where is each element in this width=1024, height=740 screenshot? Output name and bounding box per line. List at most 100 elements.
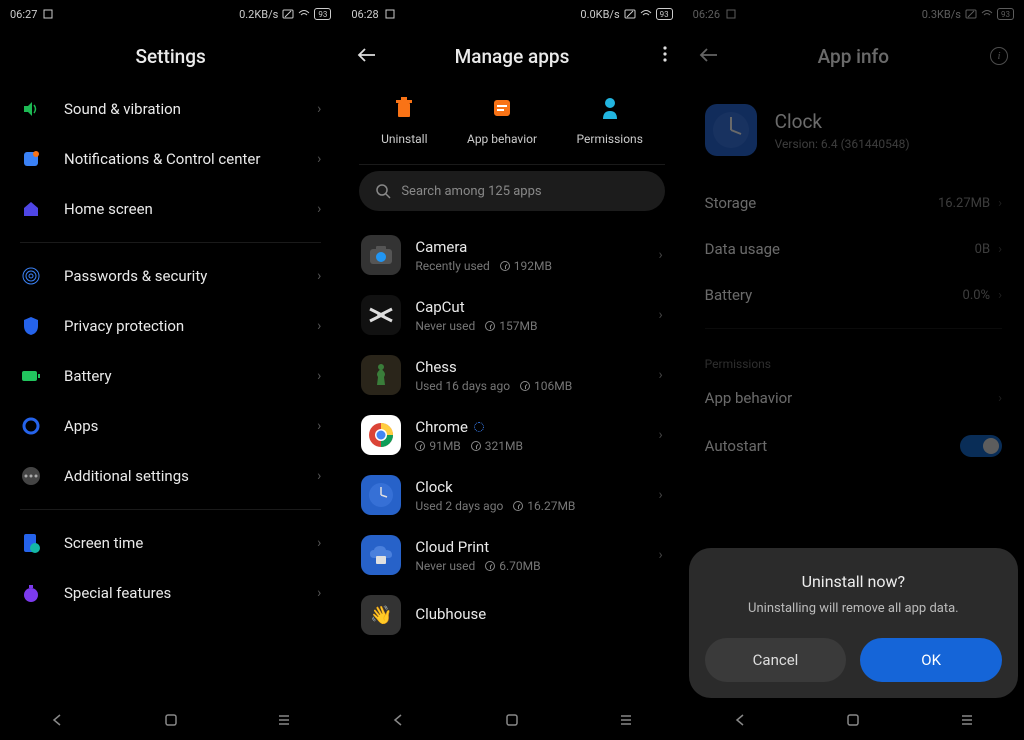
nav-back-icon[interactable] — [391, 712, 405, 731]
settings-item-notifications[interactable]: Notifications & Control center › — [0, 134, 341, 184]
nav-back-icon[interactable] — [733, 712, 747, 731]
home-icon — [20, 198, 42, 220]
header: Manage apps — [341, 28, 682, 84]
app-size: 6.70MB — [499, 559, 540, 573]
app-row-clubhouse[interactable]: 👋 Clubhouse — [341, 585, 682, 645]
action-permissions[interactable]: Permissions — [577, 96, 643, 146]
divider — [359, 164, 664, 165]
action-label: Permissions — [577, 132, 643, 146]
no-sim-icon — [282, 9, 294, 19]
page-title: Settings — [136, 45, 206, 68]
app-icon — [705, 104, 757, 156]
settings-item-apps[interactable]: Apps › — [0, 401, 341, 451]
search-placeholder: Search among 125 apps — [401, 184, 541, 199]
manage-apps-screen: 06:28 0.0KB/s 93 Manage apps Uninstall A… — [341, 0, 682, 740]
action-label: App behavior — [467, 132, 537, 146]
app-info-screen: 06:26 0.3KB/s 93 App info i Clock V — [683, 0, 1024, 740]
settings-item-label: Sound & vibration — [64, 100, 317, 118]
status-speed: 0.2KB/s — [239, 8, 278, 21]
info-label: Battery — [705, 286, 753, 304]
settings-item-homescreen[interactable]: Home screen › — [0, 184, 341, 234]
app-name: Chrome — [415, 418, 468, 436]
app-usage: Recently used — [415, 259, 489, 273]
storage-icon — [485, 561, 495, 571]
app-name: Clubhouse — [415, 605, 662, 623]
app-icon — [361, 535, 401, 575]
chevron-right-icon: › — [998, 288, 1002, 303]
info-row-behavior[interactable]: App behavior › — [683, 375, 1024, 421]
nav-recents-icon[interactable] — [619, 712, 633, 731]
app-icon — [361, 475, 401, 515]
chevron-right-icon: › — [317, 318, 321, 334]
nav-recents-icon[interactable] — [960, 712, 974, 731]
action-uninstall[interactable]: Uninstall — [381, 96, 427, 146]
app-usage: Never used — [415, 319, 475, 333]
settings-item-label: Battery — [64, 367, 317, 385]
app-row-chrome[interactable]: Chrome 91MB 321MB › — [341, 405, 682, 465]
app-row-chess[interactable]: Chess Used 16 days ago 106MB › — [341, 345, 682, 405]
settings-item-special[interactable]: Special features › — [0, 568, 341, 618]
info-row-storage[interactable]: Storage 16.27MB› — [683, 180, 1024, 226]
app-row-capcut[interactable]: CapCut Never used 157MB › — [341, 285, 682, 345]
chevron-right-icon: › — [317, 535, 321, 551]
search-icon — [375, 183, 391, 199]
nav-home-icon[interactable] — [505, 712, 519, 731]
battery-icon: 93 — [314, 8, 331, 20]
info-row-battery[interactable]: Battery 0.0% › — [683, 272, 1024, 318]
cancel-button[interactable]: Cancel — [705, 638, 847, 682]
settings-item-battery[interactable]: Battery › — [0, 351, 341, 401]
battery-icon: 93 — [656, 8, 673, 20]
more-button[interactable] — [663, 46, 667, 66]
app-usage: Used 16 days ago — [415, 379, 510, 393]
settings-item-screentime[interactable]: Screen time › — [0, 518, 341, 568]
dialog-title: Uninstall now? — [705, 572, 1002, 591]
settings-item-label: Screen time — [64, 534, 317, 552]
status-speed: 0.3KB/s — [922, 8, 961, 21]
page-title: App info — [818, 45, 889, 68]
nav-recents-icon[interactable] — [277, 712, 291, 731]
app-name: CapCut — [415, 298, 644, 316]
app-icon — [361, 295, 401, 335]
back-button[interactable] — [699, 44, 719, 68]
divider — [705, 328, 1002, 329]
settings-item-label: Home screen — [64, 200, 317, 218]
info-value: 0.0% — [963, 288, 991, 303]
app-name: Clock — [415, 478, 644, 496]
info-row-autostart[interactable]: Autostart — [683, 421, 1024, 471]
app-icon: 👋 — [361, 595, 401, 635]
settings-screen: 06:27 0.2KB/s 93 Settings Sound & vibrat… — [0, 0, 341, 740]
section-label: Permissions — [683, 339, 1024, 375]
nav-back-icon[interactable] — [50, 712, 64, 731]
nav-home-icon[interactable] — [846, 712, 860, 731]
search-input[interactable]: Search among 125 apps — [359, 171, 664, 211]
battery-icon: 93 — [997, 8, 1014, 20]
autostart-toggle[interactable] — [960, 435, 1002, 457]
action-behavior[interactable]: App behavior — [467, 96, 537, 146]
more-icon — [20, 465, 42, 487]
app-row-clock[interactable]: Clock Used 2 days ago 16.27MB › — [341, 465, 682, 525]
info-row-data[interactable]: Data usage 0B› — [683, 226, 1024, 272]
settings-item-privacy[interactable]: Privacy protection › — [0, 301, 341, 351]
ok-button[interactable]: OK — [860, 638, 1002, 682]
storage-icon — [485, 321, 495, 331]
divider — [20, 509, 321, 510]
nav-home-icon[interactable] — [164, 712, 178, 731]
app-header: Clock Version: 6.4 (361440548) — [683, 84, 1024, 180]
settings-item-label: Passwords & security — [64, 267, 317, 285]
status-speed: 0.0KB/s — [580, 8, 619, 21]
chevron-right-icon: › — [998, 242, 1002, 257]
app-size: 192MB — [514, 259, 552, 273]
divider — [20, 242, 321, 243]
app-row-cloudprint[interactable]: Cloud Print Never used 6.70MB › — [341, 525, 682, 585]
notification-icon — [43, 9, 53, 19]
settings-item-additional[interactable]: Additional settings › — [0, 451, 341, 501]
notification-icon — [385, 9, 395, 19]
back-button[interactable] — [357, 44, 377, 68]
app-usage: Used 2 days ago — [415, 499, 503, 513]
app-row-camera[interactable]: Camera Recently used 192MB › — [341, 225, 682, 285]
settings-item-sound[interactable]: Sound & vibration › — [0, 84, 341, 134]
wifi-icon — [640, 9, 652, 19]
info-button[interactable]: i — [990, 47, 1008, 65]
chevron-right-icon: › — [317, 101, 321, 117]
settings-item-passwords[interactable]: Passwords & security › — [0, 251, 341, 301]
